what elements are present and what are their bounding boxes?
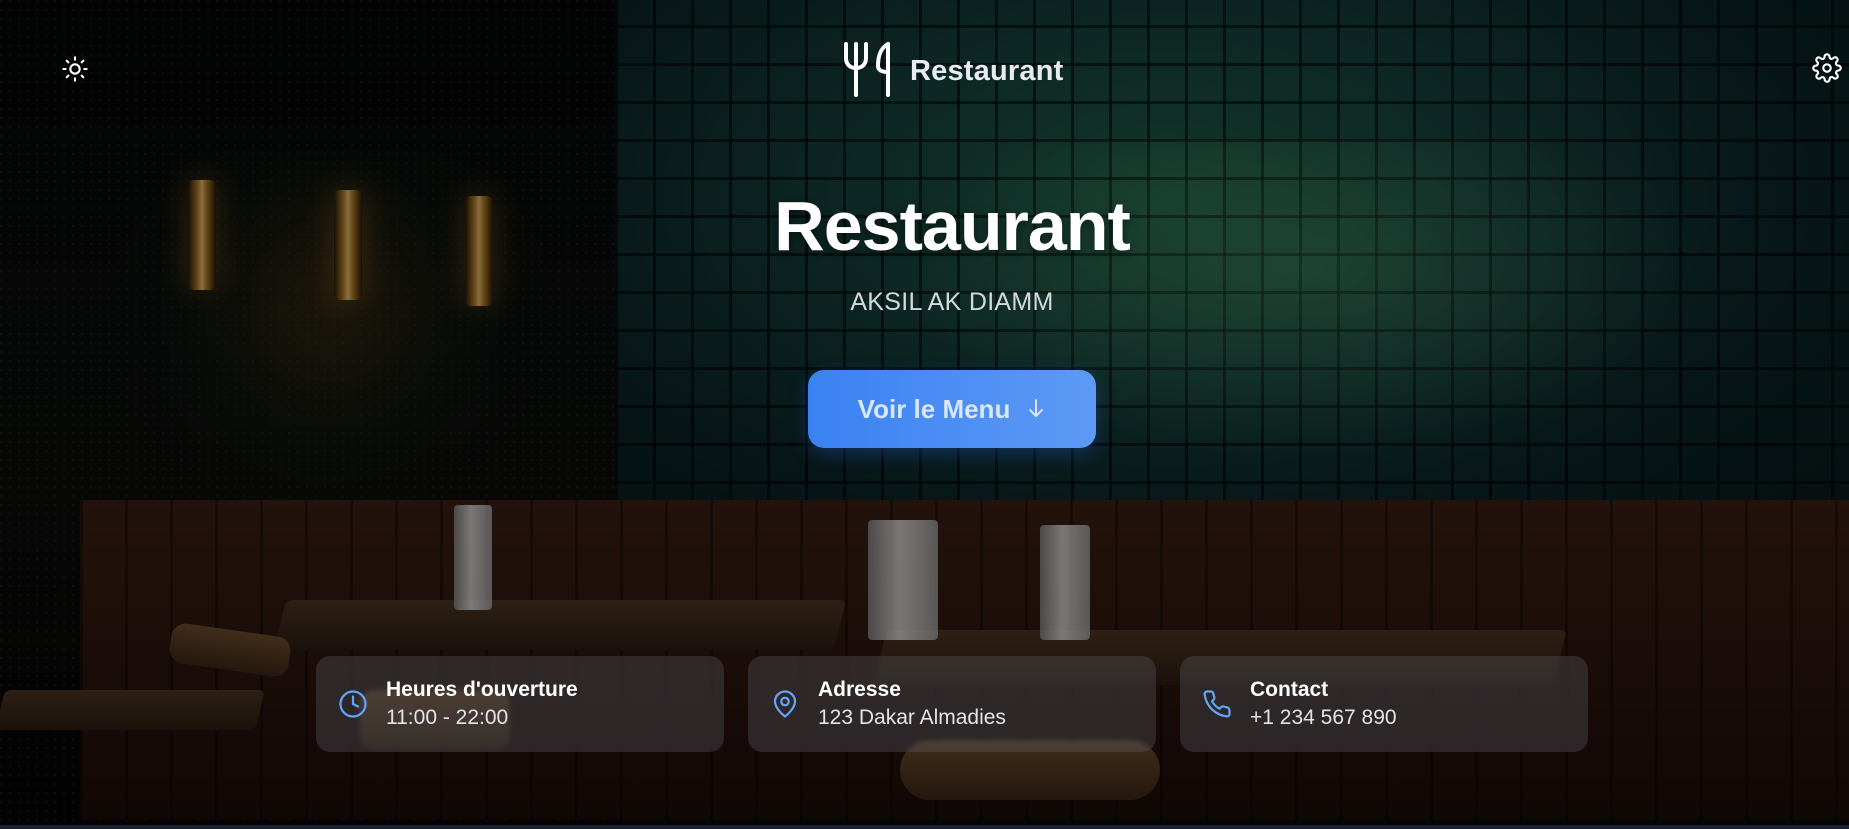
view-menu-label: Voir le Menu bbox=[857, 393, 1011, 424]
contact-value: +1 234 567 890 bbox=[1250, 706, 1397, 729]
contact-card: Contact +1 234 567 890 bbox=[1180, 656, 1588, 752]
hours-card: Heures d'ouverture 11:00 - 22:00 bbox=[316, 656, 724, 752]
hours-value: 11:00 - 22:00 bbox=[386, 706, 509, 729]
fork-knife-icon bbox=[842, 40, 894, 103]
arrow-down-icon bbox=[1026, 397, 1046, 422]
view-menu-button[interactable]: Voir le Menu bbox=[808, 370, 1096, 448]
settings-button[interactable] bbox=[1810, 52, 1844, 88]
phone-icon bbox=[1200, 687, 1234, 721]
clock-icon bbox=[336, 687, 370, 721]
map-pin-icon bbox=[768, 687, 802, 721]
hero-subtitle: AKSIL AK DIAMM bbox=[850, 288, 1054, 316]
brand-name: Restaurant bbox=[910, 54, 1064, 87]
hours-title: Heures d'ouverture bbox=[386, 678, 578, 701]
address-card: Adresse 123 Dakar Almadies bbox=[748, 656, 1156, 752]
bottom-edge bbox=[0, 825, 1849, 829]
gear-icon bbox=[1812, 52, 1842, 88]
address-value: 123 Dakar Almadies bbox=[818, 706, 1006, 729]
address-title: Adresse bbox=[818, 678, 901, 701]
hero-title: Restaurant bbox=[774, 187, 1131, 265]
brand-logo[interactable]: Restaurant bbox=[842, 40, 1064, 103]
theme-toggle-button[interactable] bbox=[58, 54, 92, 88]
sun-icon bbox=[61, 55, 89, 88]
contact-title: Contact bbox=[1250, 678, 1329, 701]
hero-section: Restaurant Restaurant AKSIL AK DIAMM Voi… bbox=[0, 0, 1849, 825]
